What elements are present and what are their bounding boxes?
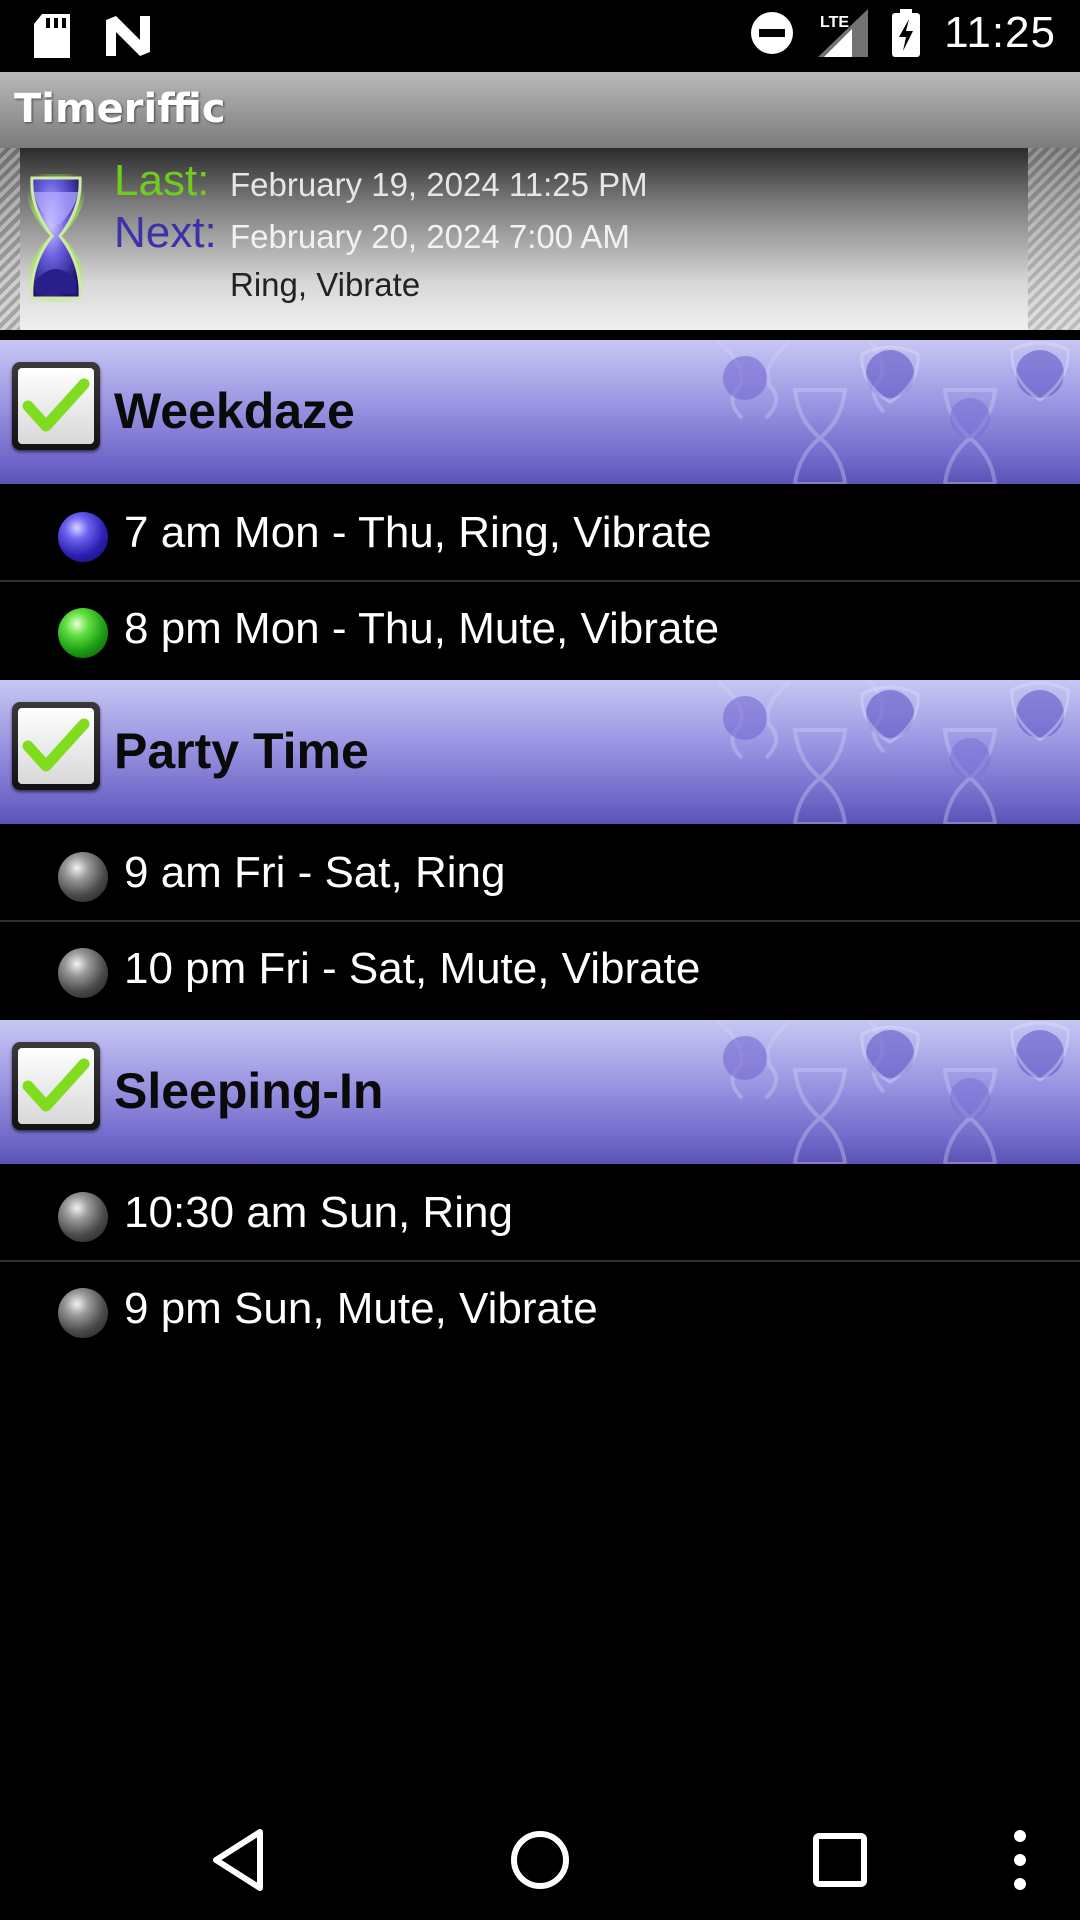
sd-card-icon bbox=[34, 14, 70, 58]
recents-icon[interactable] bbox=[804, 1824, 876, 1896]
group-header-weekdaze[interactable]: Weekdaze bbox=[0, 340, 1080, 484]
action-status-gray-icon bbox=[58, 948, 108, 998]
action-status-gray-icon bbox=[58, 1288, 108, 1338]
check-icon bbox=[22, 718, 90, 772]
hourglass-icon bbox=[25, 174, 87, 302]
group-enabled-checkbox[interactable] bbox=[12, 1042, 100, 1130]
action-row[interactable]: 8 pm Mon - Thu, Mute, Vibrate bbox=[0, 582, 1080, 678]
status-time: 11:25 bbox=[944, 8, 1056, 57]
group-header-sleeping-in[interactable]: Sleeping-In bbox=[0, 1020, 1080, 1164]
home-icon[interactable] bbox=[504, 1824, 576, 1896]
action-row[interactable]: 9 am Fri - Sat, Ring bbox=[0, 826, 1080, 922]
action-text: 9 pm Sun, Mute, Vibrate bbox=[124, 1284, 598, 1333]
group-title: Weekdaze bbox=[114, 383, 355, 439]
status-right: LTE 11:25 bbox=[750, 8, 1056, 58]
last-label: Last: bbox=[114, 156, 210, 205]
last-value: February 19, 2024 11:25 PM bbox=[230, 166, 648, 203]
group-title: Sleeping-In bbox=[114, 1063, 384, 1119]
next-action: Ring, Vibrate bbox=[230, 266, 421, 303]
check-icon bbox=[22, 378, 90, 432]
app-title: Timeriffic bbox=[14, 86, 226, 132]
overflow-menu-icon[interactable] bbox=[984, 1824, 1040, 1896]
status-bar: LTE 11:25 bbox=[0, 0, 1080, 72]
group-header-party-time[interactable]: Party Time bbox=[0, 680, 1080, 824]
status-left bbox=[34, 14, 150, 58]
action-row[interactable]: 7 am Mon - Thu, Ring, Vibrate bbox=[0, 486, 1080, 582]
action-text: 7 am Mon - Thu, Ring, Vibrate bbox=[124, 508, 712, 557]
battery-charging-icon bbox=[892, 9, 921, 57]
action-text: 9 am Fri - Sat, Ring bbox=[124, 848, 506, 897]
action-row[interactable]: 9 pm Sun, Mute, Vibrate bbox=[0, 1262, 1080, 1358]
checkbox-face bbox=[18, 708, 94, 784]
group-title: Party Time bbox=[114, 723, 369, 779]
next-value: February 20, 2024 7:00 AM bbox=[230, 218, 630, 255]
checkbox-face bbox=[18, 1048, 94, 1124]
divider bbox=[0, 330, 1080, 338]
action-row[interactable]: 10 pm Fri - Sat, Mute, Vibrate bbox=[0, 922, 1080, 1018]
check-icon bbox=[22, 1058, 90, 1112]
back-icon[interactable] bbox=[204, 1824, 276, 1896]
checkbox-face bbox=[18, 368, 94, 444]
next-event-panel[interactable]: Last: February 19, 2024 11:25 PM Next: F… bbox=[0, 148, 1080, 330]
svg-text:LTE: LTE bbox=[820, 14, 849, 31]
screen: LTE 11:25 Timeriffic Last: February 19, … bbox=[0, 0, 1080, 1920]
group-enabled-checkbox[interactable] bbox=[12, 362, 100, 450]
action-status-gray-icon bbox=[58, 852, 108, 902]
action-status-gray-icon bbox=[58, 1192, 108, 1242]
n-logo-icon bbox=[106, 16, 150, 56]
group-enabled-checkbox[interactable] bbox=[12, 702, 100, 790]
action-status-blue-icon bbox=[58, 512, 108, 562]
signal-icon: LTE bbox=[818, 9, 869, 57]
navigation-bar bbox=[0, 1800, 1080, 1920]
next-label: Next: bbox=[114, 208, 217, 257]
action-status-green-icon bbox=[58, 608, 108, 658]
action-text: 8 pm Mon - Thu, Mute, Vibrate bbox=[124, 604, 720, 653]
app-bar: Timeriffic bbox=[0, 72, 1080, 149]
do-not-disturb-icon bbox=[751, 12, 794, 54]
action-text: 10 pm Fri - Sat, Mute, Vibrate bbox=[124, 944, 701, 993]
action-text: 10:30 am Sun, Ring bbox=[124, 1188, 513, 1237]
action-row[interactable]: 10:30 am Sun, Ring bbox=[0, 1166, 1080, 1262]
